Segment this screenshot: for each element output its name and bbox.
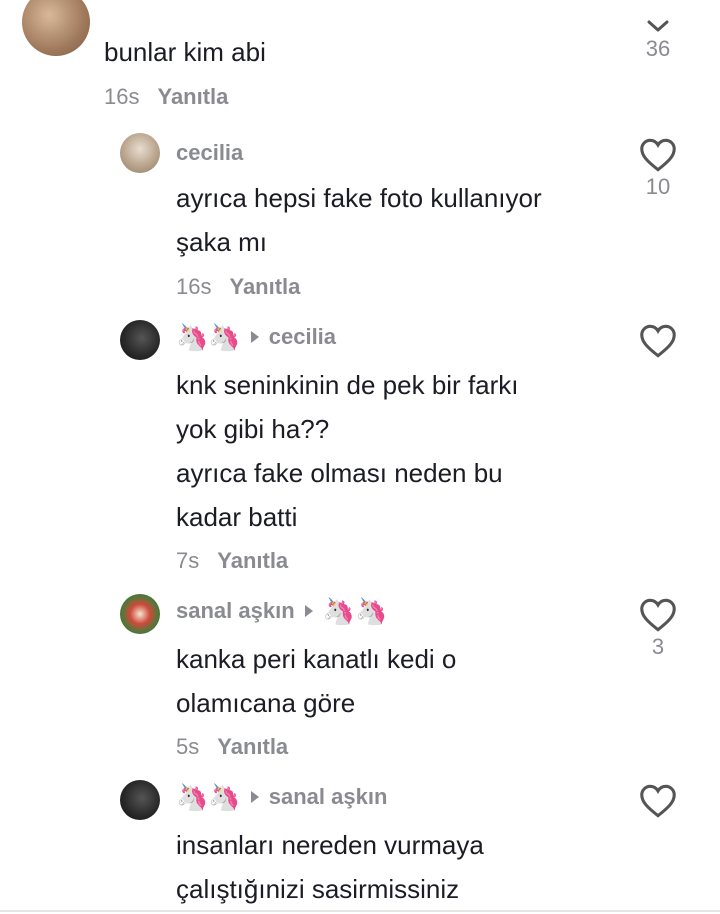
comment-line: ayrıca hepsi fake foto kullanıyor bbox=[176, 183, 542, 213]
like-area[interactable]: 10 bbox=[636, 138, 680, 200]
play-arrow-icon bbox=[304, 605, 313, 617]
comment-meta: 16s Yanıtla bbox=[104, 84, 228, 110]
like-count: 10 bbox=[645, 174, 671, 199]
comment-line: yok gibi ha?? bbox=[176, 414, 330, 444]
reply-to-emoji[interactable]: 🦄🦄 bbox=[323, 598, 388, 624]
heart-icon[interactable] bbox=[636, 138, 680, 172]
divider bbox=[0, 910, 720, 912]
heart-icon[interactable] bbox=[636, 784, 680, 818]
comment-username[interactable]: 🦄🦄 sanal aşkın bbox=[176, 784, 387, 810]
comment-meta: 7s Yanıtla bbox=[176, 548, 288, 574]
comment-text: kanka peri kanatlı kedi o olamıcana göre bbox=[176, 637, 456, 725]
comment-text: bunlar kim abi bbox=[104, 37, 266, 67]
reply-button[interactable]: Yanıtla bbox=[229, 274, 300, 299]
comment-line: kadar batti bbox=[176, 502, 298, 532]
comment-username[interactable]: cecilia bbox=[176, 140, 243, 166]
username-link[interactable]: sanal aşkın bbox=[176, 598, 295, 624]
comment-time: 16s bbox=[104, 84, 140, 109]
comment-meta: 5s Yanıtla bbox=[176, 734, 288, 760]
heart-icon[interactable] bbox=[636, 598, 680, 632]
username-emoji[interactable]: 🦄🦄 bbox=[176, 324, 241, 350]
comment-username[interactable]: 🦄🦄 cecilia bbox=[176, 324, 336, 350]
comment-line: çalıştığınizi sasirmissiniz bbox=[176, 874, 460, 904]
like-count: 36 bbox=[645, 36, 671, 61]
play-arrow-icon bbox=[250, 331, 259, 343]
comment-line: şaka mı bbox=[176, 227, 268, 257]
comment-line: kanka peri kanatlı kedi o bbox=[176, 644, 457, 674]
like-area[interactable]: 36 bbox=[636, 20, 680, 62]
reply-button[interactable]: Yanıtla bbox=[157, 84, 228, 109]
comment-line: olamıcana göre bbox=[176, 688, 356, 718]
comment-time: 5s bbox=[176, 734, 200, 759]
comment-time: 7s bbox=[176, 548, 200, 573]
reply-button[interactable]: Yanıtla bbox=[217, 548, 288, 573]
play-arrow-icon bbox=[250, 791, 259, 803]
comment-text: knk seninkinin de pek bir farkı yok gibi… bbox=[176, 363, 519, 539]
username-emoji[interactable]: 🦄🦄 bbox=[176, 784, 241, 810]
like-area[interactable]: 3 bbox=[636, 598, 680, 660]
comment-meta: 16s Yanıtla bbox=[176, 274, 300, 300]
comment-line: ayrıca fake olması neden bu bbox=[176, 458, 503, 488]
reply-to-username[interactable]: sanal aşkın bbox=[269, 784, 388, 810]
avatar[interactable] bbox=[120, 133, 160, 173]
like-count: 3 bbox=[651, 634, 665, 659]
avatar[interactable] bbox=[22, 0, 90, 56]
chevron-down-icon[interactable] bbox=[636, 20, 680, 34]
avatar[interactable] bbox=[120, 594, 160, 634]
like-area[interactable] bbox=[636, 784, 680, 818]
comment-line: insanları nereden vurmaya bbox=[176, 830, 484, 860]
username-link[interactable]: cecilia bbox=[176, 140, 243, 166]
comment-text: insanları nereden vurmaya çalıştığınizi … bbox=[176, 823, 484, 911]
heart-icon[interactable] bbox=[636, 324, 680, 358]
comment-text: ayrıca hepsi fake foto kullanıyor şaka m… bbox=[176, 176, 542, 264]
reply-button[interactable]: Yanıtla bbox=[217, 734, 288, 759]
avatar[interactable] bbox=[120, 320, 160, 360]
comment-username[interactable]: sanal aşkın 🦄🦄 bbox=[176, 598, 387, 624]
reply-to-username[interactable]: cecilia bbox=[269, 324, 336, 350]
comment-line: knk seninkinin de pek bir farkı bbox=[176, 370, 519, 400]
avatar[interactable] bbox=[120, 780, 160, 820]
like-area[interactable] bbox=[636, 324, 680, 358]
comment-time: 16s bbox=[176, 274, 212, 299]
